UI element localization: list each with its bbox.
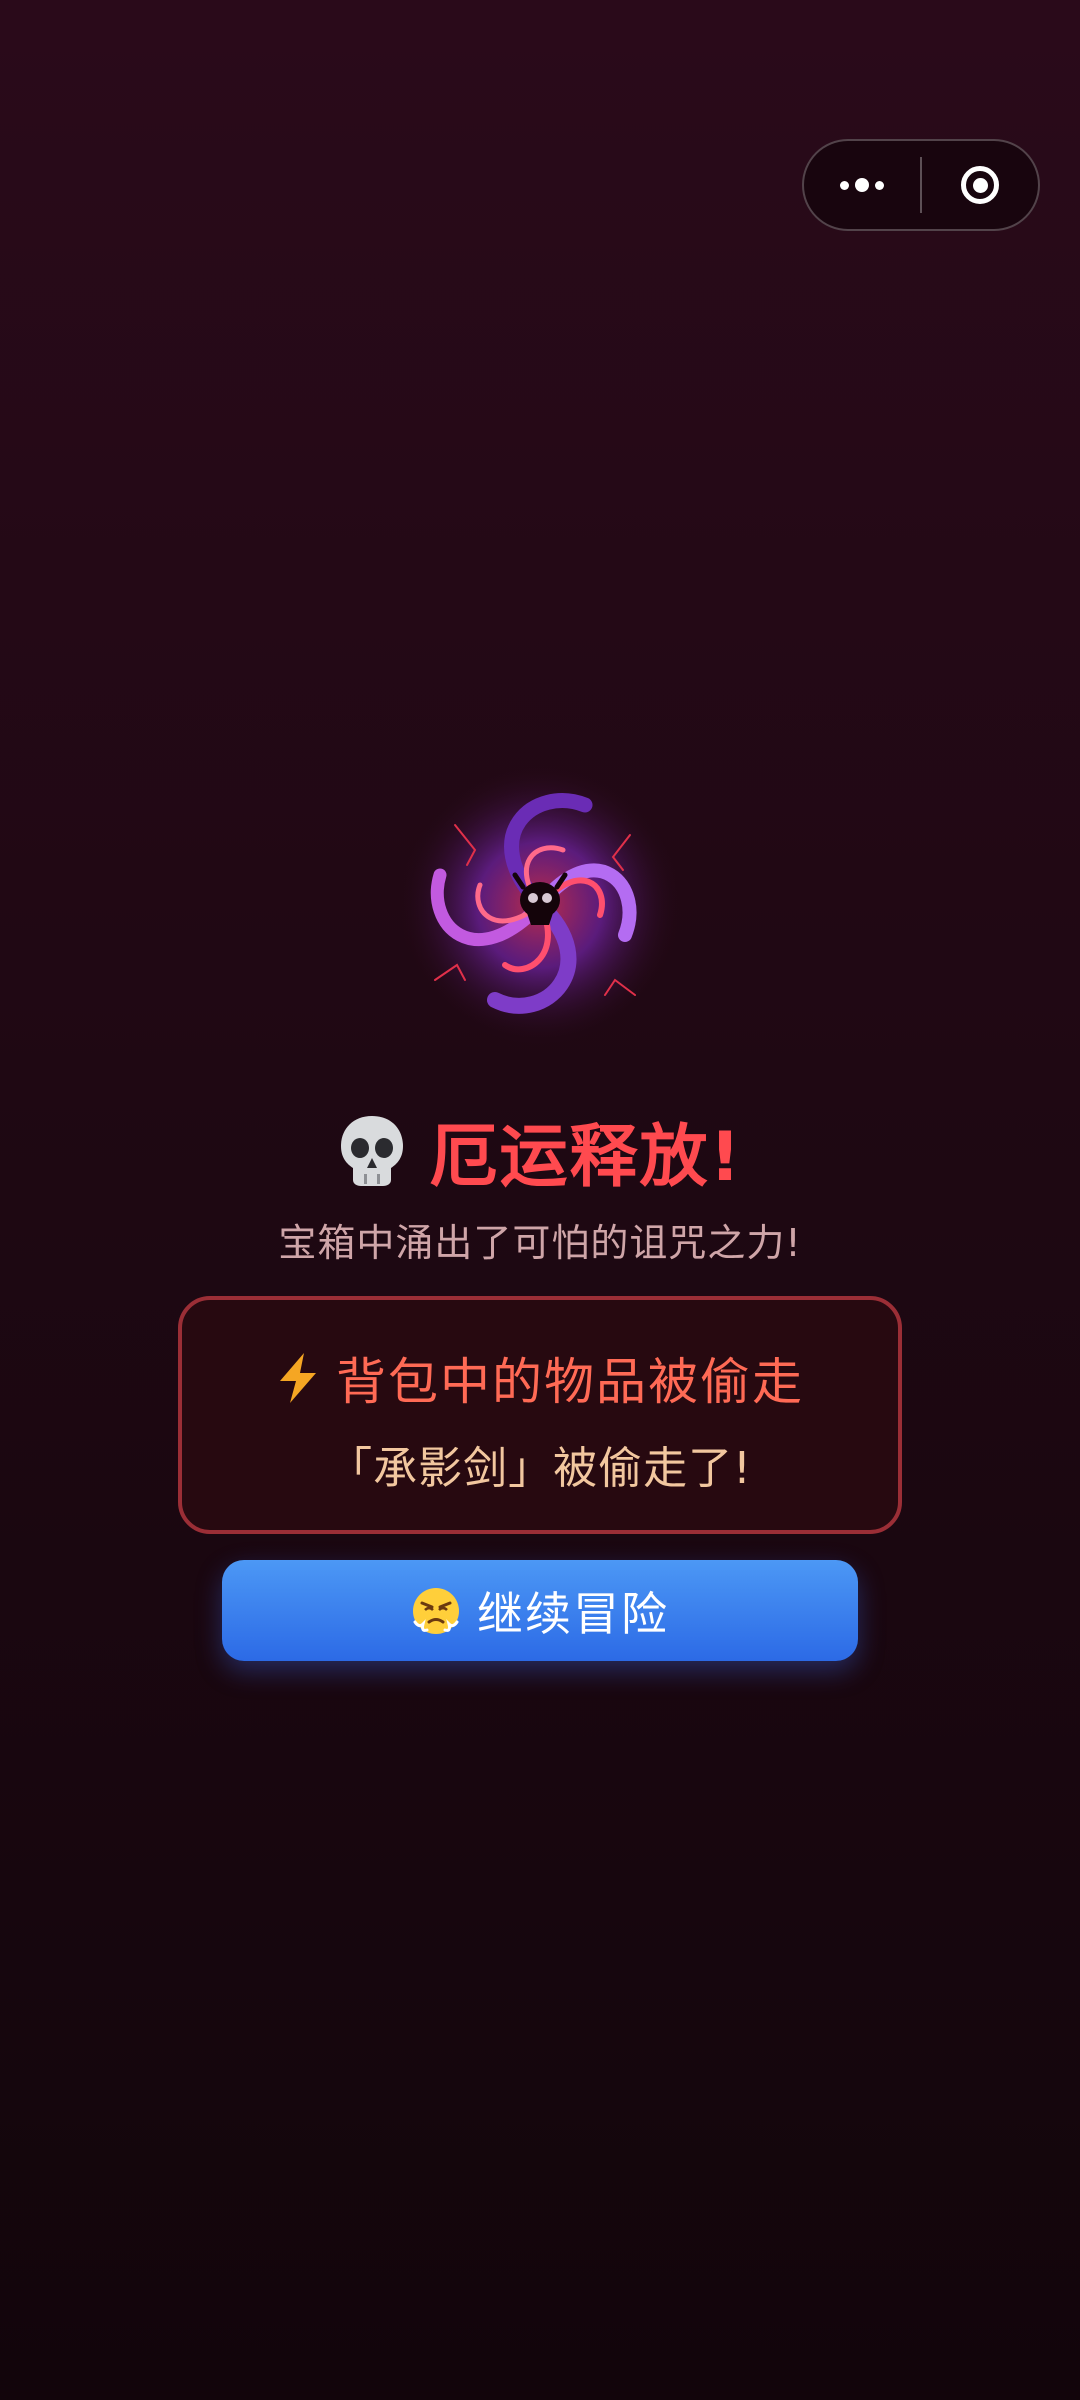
miniprogram-capsule <box>802 139 1040 231</box>
event-card-detail: 「承影剑」被偷走了! <box>328 1443 752 1494</box>
cursed-vortex-icon <box>400 765 680 1045</box>
target-close-icon <box>961 166 999 204</box>
event-card: 背包中的物品被偷走 「承影剑」被偷走了! <box>178 1296 902 1534</box>
result-title: 厄运释放! <box>429 1117 743 1197</box>
close-button[interactable] <box>922 141 1038 229</box>
result-title-row: 厄运释放! <box>0 1105 1080 1197</box>
more-dots-icon <box>840 178 884 192</box>
lightning-icon <box>280 1353 316 1403</box>
event-card-header: 背包中的物品被偷走 <box>182 1342 898 1414</box>
more-button[interactable] <box>804 141 920 229</box>
continue-adventure-button[interactable]: 继续冒险 <box>222 1560 858 1661</box>
continue-adventure-label: 继续冒险 <box>477 1586 669 1641</box>
event-card-title: 背包中的物品被偷走 <box>336 1353 804 1411</box>
skull-icon <box>341 1116 404 1186</box>
result-subtitle: 宝箱中涌出了可怕的诅咒之力! <box>278 1221 802 1265</box>
angry-face-icon <box>413 1587 459 1634</box>
